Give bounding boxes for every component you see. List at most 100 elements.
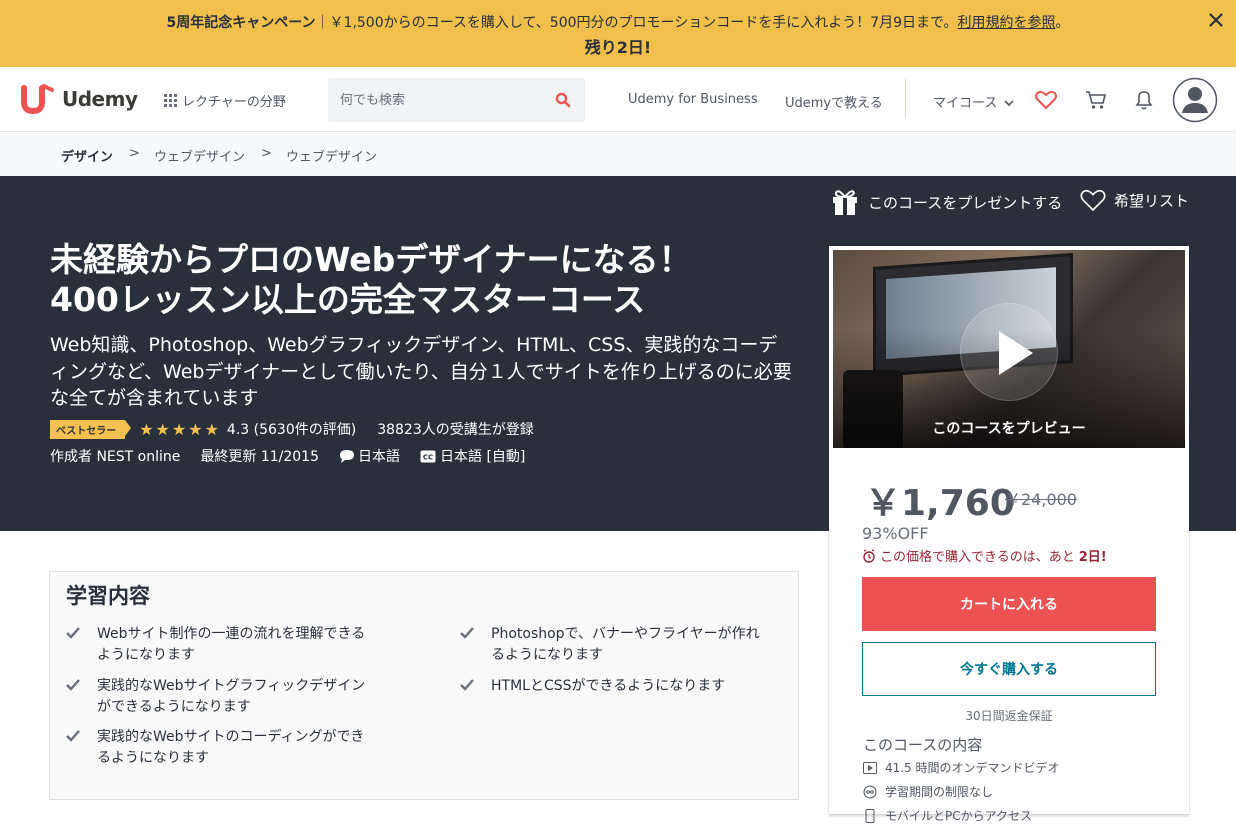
search-input[interactable] xyxy=(328,78,538,122)
promo-period: 。 xyxy=(1055,15,1070,31)
course-captions-label: 日本語 [自動] xyxy=(440,449,526,465)
learn-item-text: 実践的なWebサイトのコーディングができるようになります xyxy=(97,729,365,766)
course-language-label: 日本語 xyxy=(358,449,400,465)
learn-item: 実践的なWebサイトグラフィックデザインができるようになります xyxy=(66,676,366,717)
include-item-label: 41.5 時間のオンデマンドビデオ xyxy=(885,761,1060,775)
include-item-video: 41.5 時間のオンデマンドビデオ xyxy=(863,759,1060,776)
avatar-icon[interactable] xyxy=(1172,77,1218,123)
current-price: ￥1,760 xyxy=(865,483,1015,524)
my-courses-label: マイコース xyxy=(933,96,998,111)
course-preview-video[interactable]: このコースをプレビュー xyxy=(833,250,1185,448)
course-stats: ベストセラー ★★★★★ 4.3 (5630件の評価) 38823人の受講生が登… xyxy=(50,419,534,439)
include-item-label: 学習期間の制限なし xyxy=(885,785,994,799)
video-icon xyxy=(863,761,877,774)
wishlist-label: 希望リスト xyxy=(1114,191,1190,210)
promo-banner: 5周年記念キャンペーン｜￥1,500からのコースを購入して、500円分のプロモー… xyxy=(0,0,1236,67)
checkmark-icon xyxy=(66,627,80,639)
what-you-will-learn: 学習内容 Webサイト制作の一連の流れを理解できるようになります Photosh… xyxy=(49,571,799,800)
gift-icon xyxy=(833,190,857,215)
course-meta: 作成者 NEST online 最終更新 11/2015 日本語 CC 日本語 … xyxy=(50,446,525,466)
purchase-card: このコースをプレビュー ￥1,760 ￥24,000 93%OFF この価格で購… xyxy=(829,246,1189,823)
udemy-logo-icon xyxy=(21,84,54,114)
infinity-icon xyxy=(863,785,877,798)
promo-text: ｜￥1,500からのコースを購入して、500円分のプロモーションコードを手に入れ… xyxy=(315,15,958,31)
closed-captions-icon: CC xyxy=(420,450,436,462)
last-updated: 最終更新 11/2015 xyxy=(200,449,319,465)
gift-course-label: このコースをプレゼントする xyxy=(868,193,1063,212)
learn-item: Webサイト制作の一連の流れを理解できるようになります xyxy=(66,624,366,665)
course-captions: CC 日本語 [自動] xyxy=(420,446,525,466)
checkmark-icon xyxy=(66,730,80,742)
udemy-logo-text: Udemy xyxy=(62,87,138,111)
money-back-guarantee: 30日間返金保証 xyxy=(965,709,1053,723)
rating-stars: ★★★★★ xyxy=(139,419,221,439)
wishlist-button[interactable]: 希望リスト xyxy=(1080,188,1189,212)
teach-on-udemy-link[interactable]: Udemyで教える xyxy=(785,92,883,111)
categories-label: レクチャーの分野 xyxy=(182,95,286,110)
close-icon[interactable] xyxy=(1206,10,1226,30)
include-item-label: モバイルとPCからアクセス xyxy=(885,809,1033,823)
include-item-mobile: モバイルとPCからアクセス xyxy=(863,807,1032,824)
discount-percent: 93%OFF xyxy=(862,524,929,543)
svg-text:CC: CC xyxy=(423,453,433,461)
rating-text[interactable]: 4.3 (5630件の評価) xyxy=(227,419,356,439)
checkmark-icon xyxy=(460,627,474,639)
urgency-days: 2日! xyxy=(1078,550,1107,565)
original-price: ￥24,000 xyxy=(1005,490,1077,509)
my-courses-link[interactable]: マイコース xyxy=(933,92,1014,111)
promo-campaign: 5周年記念キャンペーン xyxy=(166,15,316,31)
header-divider xyxy=(905,79,906,119)
udemy-logo[interactable]: Udemy xyxy=(20,84,138,114)
includes-heading: このコースの内容 xyxy=(863,736,983,754)
learn-item-text: Photoshopで、バナーやフライヤーが作れるようになります xyxy=(491,626,760,663)
speech-bubble-icon xyxy=(340,450,354,463)
checkmark-icon xyxy=(66,679,80,691)
promo-message: 5周年記念キャンペーン｜￥1,500からのコースを購入して、500円分のプロモー… xyxy=(0,12,1236,32)
categories-menu[interactable]: レクチャーの分野 xyxy=(164,91,286,110)
learn-item: Photoshopで、バナーやフライヤーが作れるようになります xyxy=(460,624,760,665)
checkmark-icon xyxy=(460,679,474,691)
bell-icon[interactable] xyxy=(1133,89,1155,111)
breadcrumb-separator: > xyxy=(261,146,272,161)
breadcrumb-item-design[interactable]: デザイン xyxy=(61,146,113,165)
search-icon[interactable] xyxy=(555,92,571,108)
chevron-down-icon xyxy=(1003,100,1014,107)
include-item-lifetime: 学習期間の制限なし xyxy=(863,783,993,800)
add-to-cart-button[interactable]: カートに入れる xyxy=(862,577,1156,631)
promo-countdown: 残り2日! xyxy=(584,38,652,57)
learn-item: HTMLとCSSができるようになります xyxy=(460,676,760,697)
learn-item: 実践的なWebサイトのコーディングができるようになります xyxy=(66,727,366,768)
play-icon[interactable] xyxy=(960,303,1058,401)
alarm-clock-icon xyxy=(863,548,875,563)
heart-outline-icon xyxy=(1080,189,1106,212)
gift-course-button[interactable]: このコースをプレゼントする xyxy=(830,188,1062,216)
preview-label: このコースをプレビュー xyxy=(932,421,1086,437)
course-author[interactable]: 作成者 NEST online xyxy=(50,446,180,466)
learn-item-text: 実践的なWebサイトグラフィックデザインができるようになります xyxy=(97,678,366,715)
breadcrumb: デザイン > ウェブデザイン > ウェブデザイン xyxy=(0,133,1236,176)
heart-icon[interactable] xyxy=(1035,90,1057,110)
cart-icon[interactable] xyxy=(1085,90,1107,110)
course-language: 日本語 xyxy=(339,446,400,466)
urgency-text: この価格で購入できるのは、あと xyxy=(880,550,1075,565)
bestseller-badge: ベストセラー xyxy=(50,419,132,439)
learn-item-text: Webサイト制作の一連の流れを理解できるようになります xyxy=(97,626,366,663)
course-title: 未経験からプロのWebデザイナーになる！ 400レッスン以上の完全マスターコース xyxy=(50,240,770,320)
course-title-line-1: 未経験からプロのWebデザイナーになる！ xyxy=(50,240,692,279)
udemy-for-business-link[interactable]: Udemy for Business xyxy=(628,92,758,107)
course-title-line-2: 400レッスン以上の完全マスターコース xyxy=(50,280,646,319)
price-urgency: この価格で購入できるのは、あと 2日! xyxy=(862,546,1107,565)
students-count: 38823人の受講生が登録 xyxy=(377,422,534,438)
search-box xyxy=(328,78,585,122)
breadcrumb-item-web-design[interactable]: ウェブデザイン xyxy=(154,146,245,165)
grid-icon xyxy=(164,93,177,107)
mobile-icon xyxy=(865,808,875,823)
breadcrumb-separator: > xyxy=(129,146,140,161)
top-nav: Udemy レクチャーの分野 Udemy for Business Udemyで… xyxy=(0,67,1236,132)
learn-item-text: HTMLとCSSができるようになります xyxy=(491,678,726,694)
buy-now-button[interactable]: 今すぐ購入する xyxy=(862,642,1156,696)
learn-heading: 学習内容 xyxy=(66,584,150,608)
promo-terms-link[interactable]: 利用規約を参照 xyxy=(958,15,1056,31)
breadcrumb-item-web-design-sub[interactable]: ウェブデザイン xyxy=(286,146,377,165)
course-subtitle: Web知識、Photoshop、Webグラフィックデザイン、HTML、CSS、実… xyxy=(50,334,792,409)
